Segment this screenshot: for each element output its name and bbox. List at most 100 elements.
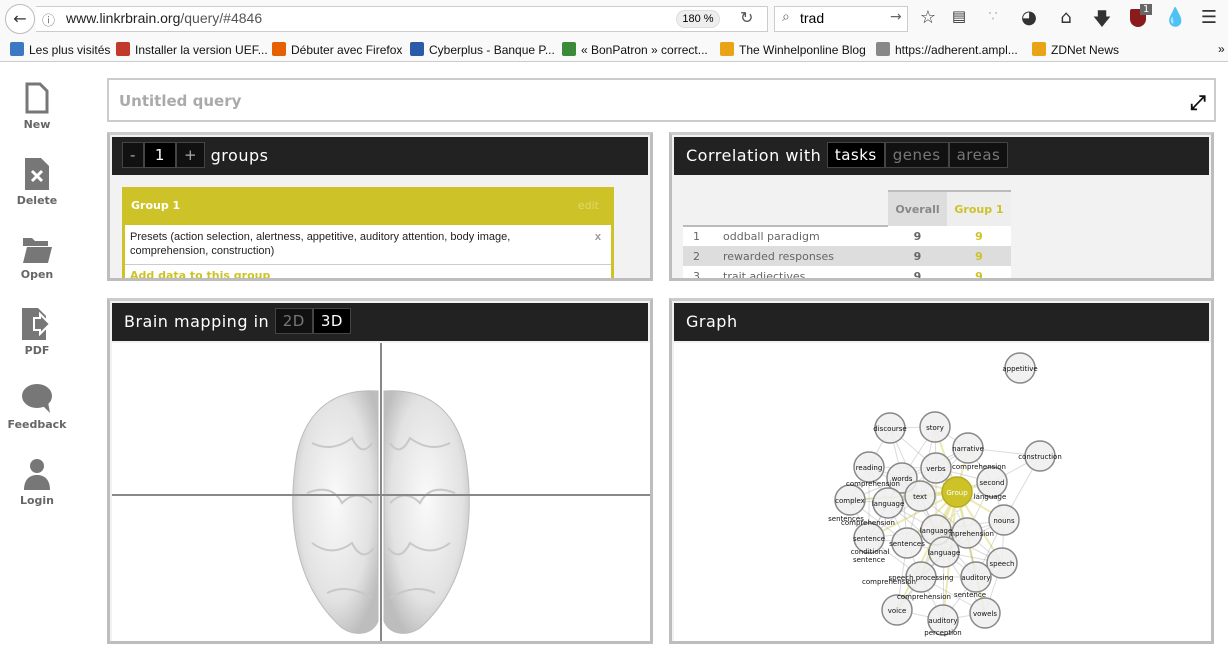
bookmark-item[interactable]: The Winhelponline Blog — [720, 42, 866, 57]
sidebar-item-new[interactable]: New — [0, 82, 74, 131]
bookmarks-overflow[interactable]: » — [1218, 42, 1225, 56]
graph-node-label: sentences — [889, 540, 925, 548]
tab-genes[interactable]: genes — [884, 142, 949, 168]
remove-preset-button[interactable]: x — [595, 230, 601, 244]
graph-node-label: story — [926, 424, 944, 432]
row-group: 9 — [975, 269, 983, 281]
group-name: Group 1 edit — [125, 187, 611, 225]
graph-node[interactable]: Group — [941, 476, 973, 508]
graph-node[interactable]: language — [872, 487, 905, 519]
bookmark-label: Débuter avec Firefox — [291, 43, 403, 57]
reading-list-icon[interactable]: ▤ — [948, 7, 970, 25]
graph-node-label: verbs — [926, 465, 946, 473]
bookmark-item[interactable]: Les plus visités — [10, 42, 110, 57]
search-go-icon[interactable]: → — [890, 9, 902, 25]
graph-node-label: complex — [835, 497, 865, 505]
graph-node[interactable]: language — [928, 536, 961, 568]
export-pdf-icon — [22, 308, 52, 340]
add-data-link[interactable]: Add data to this group — [125, 265, 611, 278]
correlation-title: Correlation with — [686, 146, 822, 165]
search-value[interactable]: trad — [800, 10, 824, 26]
bookmark-item[interactable]: ZDNet News — [1032, 42, 1119, 57]
graph-node-label: auditory — [961, 574, 990, 582]
graph-node-label: language — [920, 527, 953, 535]
graph-node[interactable]: verbs — [920, 452, 952, 484]
query-title-bar: Untitled query ⤢ — [107, 78, 1216, 122]
graph-node[interactable]: auditory — [960, 561, 992, 593]
graph-node-label: voice — [888, 607, 907, 615]
search-icon: ⌕ — [782, 9, 790, 25]
row-name: rewarded responses — [723, 249, 835, 263]
bookmark-favicon-icon — [1032, 42, 1046, 56]
mode-2d[interactable]: 2D — [274, 308, 313, 334]
graph-node-label: reading — [856, 464, 883, 472]
home-icon[interactable]: ⌂ — [1055, 7, 1077, 28]
search-input[interactable] — [774, 6, 908, 32]
graph-node-label: language — [872, 500, 905, 508]
row-rank: 3 — [693, 269, 700, 281]
graph-canvas[interactable]: appetitive discourse story narrative constru… — [674, 343, 1214, 643]
graph-node[interactable]: reading — [853, 451, 885, 483]
graph-node[interactable]: speech — [986, 547, 1018, 579]
preset-text: Presets (action selection, alertness, ap… — [130, 231, 511, 257]
graph-node[interactable]: discourse — [873, 412, 907, 444]
edit-group-button[interactable]: edit — [578, 187, 599, 225]
mode-3d[interactable]: 3D — [312, 308, 351, 334]
graph-node-label: second — [980, 479, 1005, 487]
bookmark-item[interactable]: https://adherent.ampl... — [876, 42, 1018, 57]
rss-icon[interactable]: ∵ — [982, 7, 1004, 25]
sidebar-item-feedback[interactable]: Feedback — [0, 384, 74, 431]
bookmark-star-icon[interactable]: ☆ — [917, 7, 939, 28]
url-text[interactable]: www.linkrbrain.org/query/#4846 — [66, 10, 262, 26]
column-group[interactable]: Group 1 — [947, 190, 1011, 226]
correlation-panel: Correlation with tasks genes areas Overall… — [669, 132, 1214, 281]
download-icon[interactable]: 🡇 — [1091, 7, 1113, 37]
info-icon[interactable]: ⓘ — [42, 10, 55, 29]
bookmark-item[interactable]: Débuter avec Firefox — [272, 42, 402, 57]
graph-header: Graph — [674, 303, 1209, 341]
column-overall[interactable]: Overall — [888, 190, 947, 226]
sidebar-item-open[interactable]: Open — [0, 234, 74, 281]
graph-node-label: construction — [1018, 453, 1062, 461]
bookmark-favicon-icon — [562, 42, 576, 56]
reload-icon[interactable]: ↻ — [740, 8, 753, 27]
tab-tasks[interactable]: tasks — [826, 142, 885, 168]
graph-label: conditional — [851, 548, 890, 556]
sidebar-item-pdf[interactable]: PDF — [0, 308, 74, 357]
bookmark-favicon-icon — [116, 42, 130, 56]
menu-icon[interactable]: ☰ — [1198, 7, 1220, 28]
row-name: oddball paradigm — [723, 230, 820, 243]
graph-node-label: auditory — [928, 617, 957, 625]
sidebar-item-delete[interactable]: Delete — [0, 158, 74, 207]
bookmark-favicon-icon — [876, 42, 890, 56]
bookmark-item[interactable]: Cyberplus - Banque P... — [410, 42, 555, 57]
table-row[interactable]: 1 oddball paradigm 9 9 — [683, 226, 1011, 246]
add-group-button[interactable]: + — [175, 142, 206, 168]
history-icon[interactable]: ◕ — [1018, 7, 1040, 28]
query-title[interactable]: Untitled query — [119, 92, 241, 110]
graph-label: 1 — [954, 507, 958, 515]
graph-label: language — [974, 493, 1007, 501]
graph-node[interactable]: story — [919, 411, 951, 443]
graph-label: comprehension — [897, 593, 951, 601]
bookmark-favicon-icon — [272, 42, 286, 56]
graph-node[interactable]: narrative — [952, 432, 984, 464]
zoom-level[interactable]: 180 % — [676, 10, 720, 28]
graph-node[interactable]: vowels — [969, 597, 1001, 629]
graph-node[interactable]: complex — [834, 484, 866, 516]
bookmark-item[interactable]: Installer la version UEF... — [116, 42, 268, 57]
brain-header: Brain mapping in 2D 3D — [112, 303, 648, 341]
table-row[interactable]: 3 trait adjectives 9 9 — [683, 266, 1011, 281]
tab-areas[interactable]: areas — [948, 142, 1009, 168]
bookmark-item[interactable]: « BonPatron » correct... — [562, 42, 708, 57]
remove-group-button[interactable]: - — [122, 142, 144, 168]
drop-icon[interactable]: 💧 — [1164, 7, 1186, 28]
graph-node-label: Group — [946, 489, 968, 497]
sidebar-item-login[interactable]: Login — [0, 458, 74, 507]
brain-viewer[interactable] — [112, 343, 652, 643]
table-row[interactable]: 2 rewarded responses 9 9 — [683, 246, 1011, 266]
back-button[interactable]: ← — [5, 4, 35, 34]
fullscreen-icon[interactable]: ⤢ — [1190, 90, 1206, 114]
row-name: trait adjectives — [723, 269, 806, 281]
graph-node[interactable]: text — [904, 480, 936, 512]
